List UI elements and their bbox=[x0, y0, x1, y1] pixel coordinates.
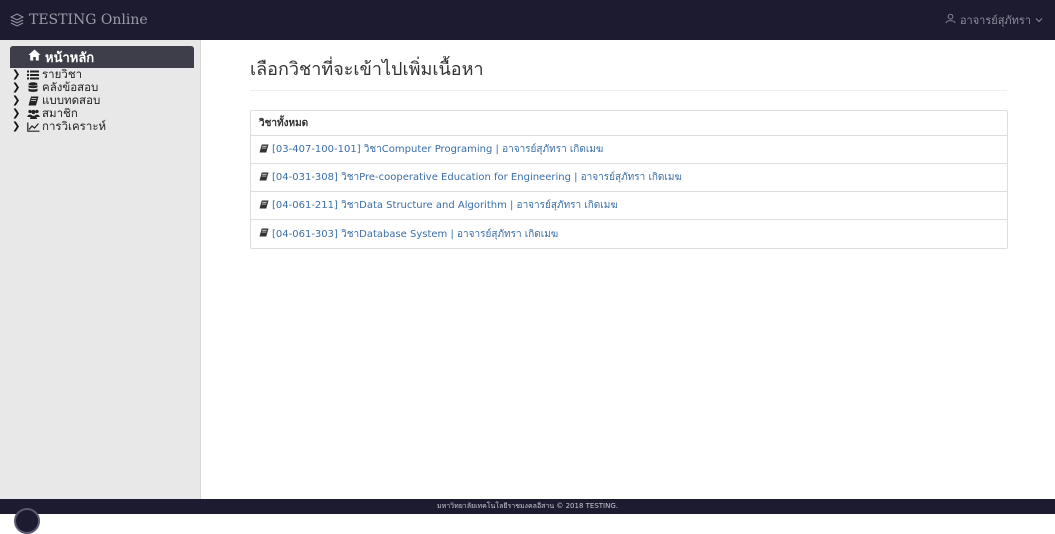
course-link[interactable]: [04-031-308] วิชาPre-cooperative Educati… bbox=[272, 170, 682, 185]
brand-name: TESTING Online bbox=[29, 12, 148, 28]
course-row[interactable]: [04-061-303] วิชาDatabase System | อาจาร… bbox=[251, 220, 1007, 248]
course-link[interactable]: [04-061-303] วิชาDatabase System | อาจาร… bbox=[272, 227, 558, 242]
course-row[interactable]: [04-031-308] วิชาPre-cooperative Educati… bbox=[251, 164, 1007, 192]
chevron-right-icon: ❯ bbox=[12, 108, 21, 119]
line-chart-icon bbox=[26, 122, 40, 132]
course-row[interactable]: [04-061-211] วิชาData Structure and Algo… bbox=[251, 192, 1007, 220]
chevron-down-icon bbox=[1035, 14, 1043, 27]
user-icon bbox=[945, 13, 956, 27]
chat-bubble-icon[interactable] bbox=[14, 508, 40, 534]
chevron-right-icon: ❯ bbox=[12, 82, 21, 93]
title-divider bbox=[250, 90, 1007, 91]
sidebar-menu: ❯ รายวิชา ❯ คลังข้อสอบ ❯ แบบทดสอบ ❯ สมาช… bbox=[10, 68, 194, 133]
chevron-right-icon: ❯ bbox=[12, 69, 21, 80]
top-navbar: TESTING Online อาจารย์สุภัทรา bbox=[0, 0, 1055, 40]
home-icon bbox=[28, 49, 41, 65]
list-icon bbox=[26, 70, 40, 80]
courses-panel: วิชาทั้งหมด [03-407-100-101] วิชาCompute… bbox=[250, 110, 1008, 249]
sidebar-item-tests[interactable]: ❯ แบบทดสอบ bbox=[10, 94, 194, 107]
sidebar-item-label: การวิเคราะห์ bbox=[42, 119, 107, 133]
course-link[interactable]: [04-061-211] วิชาData Structure and Algo… bbox=[272, 198, 618, 213]
main-content: เลือกวิชาที่จะเข้าไปเพิ่มเนื้อหา วิชาทั้… bbox=[201, 40, 1055, 499]
sidebar-item-question-bank[interactable]: ❯ คลังข้อสอบ bbox=[10, 81, 194, 94]
book-icon bbox=[259, 228, 269, 240]
book-icon bbox=[259, 171, 269, 184]
book-icon bbox=[259, 199, 269, 212]
sidebar-item-home[interactable]: หน้าหลัก bbox=[10, 46, 194, 68]
course-row[interactable]: [03-407-100-101] วิชาComputer Programing… bbox=[251, 136, 1007, 164]
course-link[interactable]: [03-407-100-101] วิชาComputer Programing… bbox=[272, 142, 603, 157]
users-icon bbox=[26, 109, 40, 119]
brand[interactable]: TESTING Online bbox=[0, 12, 148, 28]
sidebar-home-label: หน้าหลัก bbox=[45, 50, 95, 66]
sidebar-item-analysis[interactable]: ❯ การวิเคราะห์ bbox=[10, 120, 194, 133]
chevron-right-icon: ❯ bbox=[12, 95, 21, 106]
book-icon bbox=[26, 96, 40, 106]
chevron-right-icon: ❯ bbox=[12, 121, 21, 132]
sidebar-item-courses[interactable]: ❯ รายวิชา bbox=[10, 68, 194, 81]
page-title: เลือกวิชาที่จะเข้าไปเพิ่มเนื้อหา bbox=[250, 59, 484, 80]
panel-heading: วิชาทั้งหมด bbox=[251, 111, 1007, 136]
sidebar: หน้าหลัก ❯ รายวิชา ❯ คลังข้อสอบ ❯ แบบทดส… bbox=[0, 40, 201, 499]
footer-text: มหาวิทยาลัยเทคโนโลยีราชมงคลอีสาน © 2018 … bbox=[436, 502, 618, 510]
database-icon bbox=[26, 82, 40, 93]
book-icon bbox=[259, 143, 269, 156]
footer: มหาวิทยาลัยเทคโนโลยีราชมงคลอีสาน © 2018 … bbox=[0, 499, 1055, 514]
layers-icon bbox=[10, 13, 24, 27]
user-menu[interactable]: อาจารย์สุภัทรา bbox=[945, 11, 1055, 29]
user-name: อาจารย์สุภัทรา bbox=[959, 14, 1031, 27]
